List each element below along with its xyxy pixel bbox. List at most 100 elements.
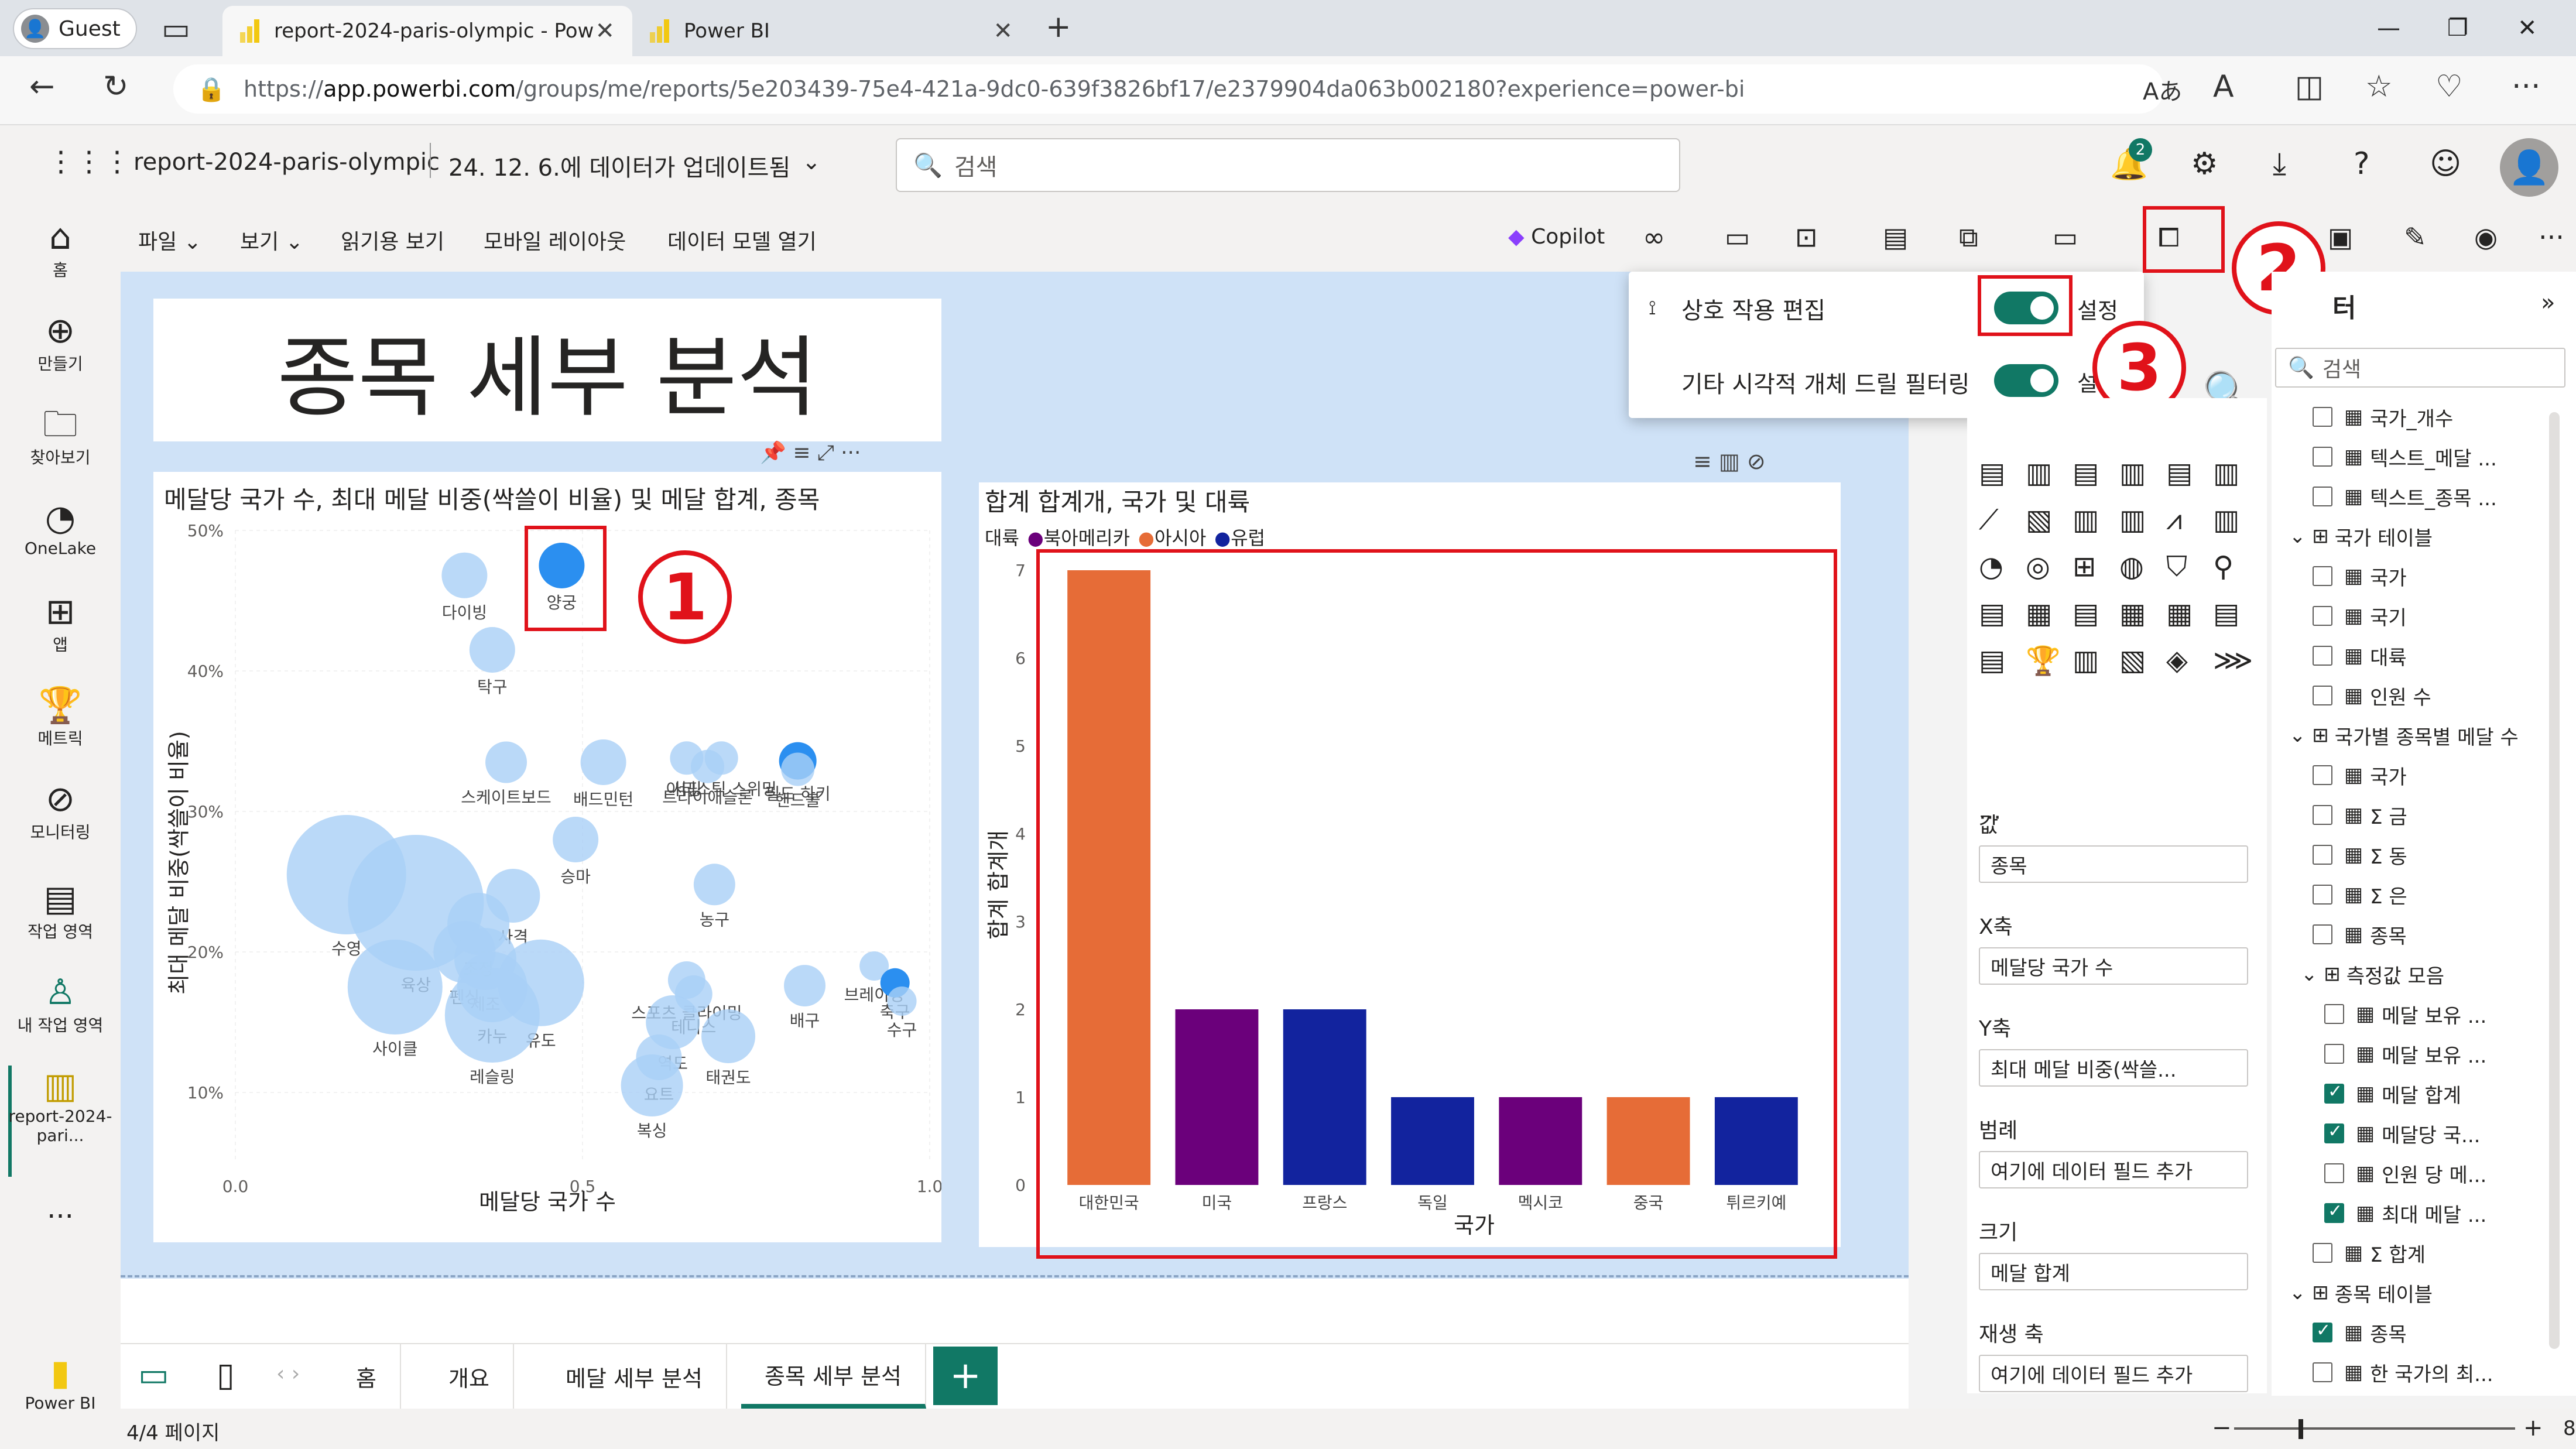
field-item[interactable]: ▦ 인원 수 <box>2313 676 2431 715</box>
visual-type-icon[interactable]: ▤ <box>1979 644 2005 677</box>
field-checkbox[interactable] <box>2313 1362 2332 1382</box>
field-item[interactable]: ▦ Σ 동 <box>2313 835 2407 875</box>
nav-metrics[interactable]: 🏆 메트릭 <box>0 685 121 749</box>
visual-header-icons[interactable]: 📌 ≡ ⤢ ··· <box>760 440 861 465</box>
app-launcher-icon[interactable]: ⋮⋮⋮ <box>47 145 131 178</box>
scatter-point[interactable] <box>580 739 626 785</box>
visual-type-icon[interactable]: ▧ <box>2026 503 2052 536</box>
field-item[interactable]: ▦ 국기 <box>2313 596 2407 636</box>
visual-type-icon[interactable]: ▥ <box>2026 457 2052 489</box>
nav-monitoring[interactable]: ⊘ 모니터링 <box>0 779 121 843</box>
field-item[interactable]: ▦ 메달 보유 ... <box>2324 994 2486 1034</box>
pin-icon[interactable]: ✎ <box>2404 221 2427 253</box>
close-tab-icon[interactable]: ✕ <box>595 18 615 44</box>
nav-current-report[interactable]: ▥ report-2024-pari... <box>0 1066 121 1145</box>
close-window-icon[interactable]: ✕ <box>2517 6 2537 50</box>
comment-icon[interactable]: ▭ <box>1725 221 1750 253</box>
visual-type-icon[interactable]: ◈ <box>2166 644 2188 677</box>
visual-type-icon[interactable]: ▦ <box>2119 597 2146 630</box>
url-field[interactable]: 🔒 https://app.powerbi.com/groups/me/repo… <box>173 64 2164 114</box>
field-item[interactable]: ▦ 인원 당 메... <box>2324 1153 2486 1193</box>
maximize-icon[interactable]: ❐ <box>2447 6 2468 50</box>
add-page-button[interactable]: + <box>933 1347 998 1405</box>
field-checkbox[interactable] <box>2313 885 2332 905</box>
data-updated-label[interactable]: 24. 12. 6.에 데이터가 업데이트됨 <box>448 149 790 183</box>
field-checkbox[interactable] <box>2313 1320 2332 1342</box>
field-checkbox[interactable] <box>2313 646 2332 666</box>
visual-type-icon[interactable]: ▧ <box>2119 644 2146 677</box>
field-checkbox[interactable] <box>2313 1243 2332 1263</box>
page-tab-sport-detail[interactable]: 종목 세부 분석 <box>741 1344 926 1409</box>
visual-type-icon[interactable]: ▥ <box>2073 644 2099 677</box>
field-checkbox[interactable] <box>2324 1163 2344 1183</box>
field-checkbox[interactable] <box>2313 805 2332 825</box>
table-node[interactable]: ⌄ ⊞ 국가별 종목별 메달 수 <box>2289 715 2519 755</box>
visual-type-icon[interactable]: ⊞ <box>2073 550 2096 583</box>
scatter-point[interactable] <box>469 627 515 673</box>
field-item[interactable]: ▦ 대륙 <box>2313 636 2407 676</box>
field-well[interactable]: 메달당 국가 수 <box>1979 947 2248 985</box>
page-tab-medal-detail[interactable]: 메달 세부 분석 <box>542 1344 727 1409</box>
open-data-model-button[interactable]: 데이터 모델 열기 <box>667 225 817 255</box>
visual-type-icon[interactable]: ⋙ <box>2213 644 2253 677</box>
notes-icon[interactable]: ▤ <box>1883 221 1908 253</box>
nav-my-workspace[interactable]: ♙ 내 작업 영역 <box>0 972 121 1036</box>
field-item[interactable]: ▦ 텍스트_종목 ... <box>2313 477 2497 516</box>
field-list-scrollbar[interactable] <box>2549 412 2560 1349</box>
teams-icon[interactable]: ◉ <box>2474 221 2498 253</box>
scatter-point[interactable] <box>701 1009 756 1063</box>
visual-type-icon[interactable]: ▦ <box>2026 597 2052 630</box>
scatter-point[interactable] <box>887 986 917 1016</box>
field-item[interactable]: ▦ 국가 <box>2313 755 2407 795</box>
chevron-down-icon[interactable]: ⌄ <box>802 149 821 174</box>
help-icon[interactable]: ? <box>2354 146 2370 181</box>
visual-type-icon[interactable]: ▤ <box>2073 457 2099 489</box>
visual-type-icon[interactable]: ▤ <box>2166 457 2193 489</box>
visual-type-icon[interactable]: ▥ <box>2119 503 2146 536</box>
reader-icon[interactable]: A <box>2213 69 2234 104</box>
field-item[interactable]: ▦ 종목 <box>2313 914 2407 954</box>
nav-more-icon[interactable]: ··· <box>0 1200 121 1233</box>
field-well[interactable]: 종목 <box>1979 845 2248 883</box>
mobile-view-icon[interactable]: ▯ <box>217 1356 235 1394</box>
visual-type-icon[interactable]: ▥ <box>2073 503 2099 536</box>
browser-tab-report[interactable]: report-2024-paris-olympic - Pow ✕ <box>222 6 632 56</box>
field-item[interactable]: ▦ 최대 메달 ... <box>2324 1193 2486 1233</box>
field-checkbox[interactable] <box>2324 1121 2344 1143</box>
visual-type-icon[interactable]: ⩘ <box>2166 503 2182 537</box>
visual-type-icon[interactable]: ▥ <box>2119 457 2146 489</box>
drill-filter-toggle[interactable] <box>1994 364 2058 397</box>
page-tab-home[interactable]: 홈 <box>333 1344 401 1409</box>
visual-type-icon[interactable]: ⛉ <box>2166 550 2187 584</box>
field-well[interactable]: 여기에 데이터 필드 추가 <box>1979 1151 2248 1188</box>
new-tab-button[interactable]: + <box>1046 9 1071 44</box>
field-checkbox[interactable] <box>2324 1004 2344 1024</box>
ribbon-more-icon[interactable]: ··· <box>2539 221 2564 253</box>
visual-type-icon[interactable]: ▦ <box>2166 597 2193 630</box>
favorites-icon[interactable]: ☆ <box>2365 69 2393 104</box>
visual-type-icon[interactable]: ▥ <box>2213 503 2239 536</box>
visual-type-icon[interactable]: 🏆 <box>2026 644 2061 677</box>
scatter-point[interactable] <box>485 741 527 783</box>
field-item[interactable]: ▦ Σ 합계 <box>2313 1233 2426 1273</box>
field-item[interactable]: ▦ 메달당 국... <box>2324 1114 2480 1153</box>
field-item[interactable]: ▦ 국가_개수 <box>2313 397 2453 437</box>
visual-type-icon[interactable]: ◎ <box>2026 550 2050 583</box>
present-icon[interactable]: ▭ <box>2053 221 2078 253</box>
nav-browse[interactable]: 🗀 찾아보기 <box>0 404 121 468</box>
visual-type-icon[interactable]: ◍ <box>2119 550 2144 583</box>
visual-type-icon[interactable]: ▤ <box>1979 597 2005 630</box>
save-icon[interactable]: ▣ <box>2328 221 2353 253</box>
scatter-point[interactable] <box>784 965 826 1007</box>
page-title[interactable]: 종목 세부 분석 <box>153 299 941 441</box>
visual-type-icon[interactable]: ▤ <box>2213 597 2239 630</box>
field-checkbox[interactable] <box>2313 845 2332 865</box>
tab-actions-icon[interactable]: ▭ <box>162 12 190 47</box>
field-item[interactable]: ▦ 종목 <box>2313 1313 2407 1352</box>
scatter-point[interactable] <box>444 968 540 1063</box>
account-avatar[interactable]: 👤 <box>2500 138 2558 197</box>
scatter-point[interactable] <box>441 552 488 598</box>
visual-type-icon[interactable]: ▤ <box>1979 457 2005 489</box>
binoculars-icon[interactable]: ∞ <box>1643 221 1665 253</box>
field-item[interactable]: ▦ 메달 합계 <box>2324 1074 2461 1114</box>
